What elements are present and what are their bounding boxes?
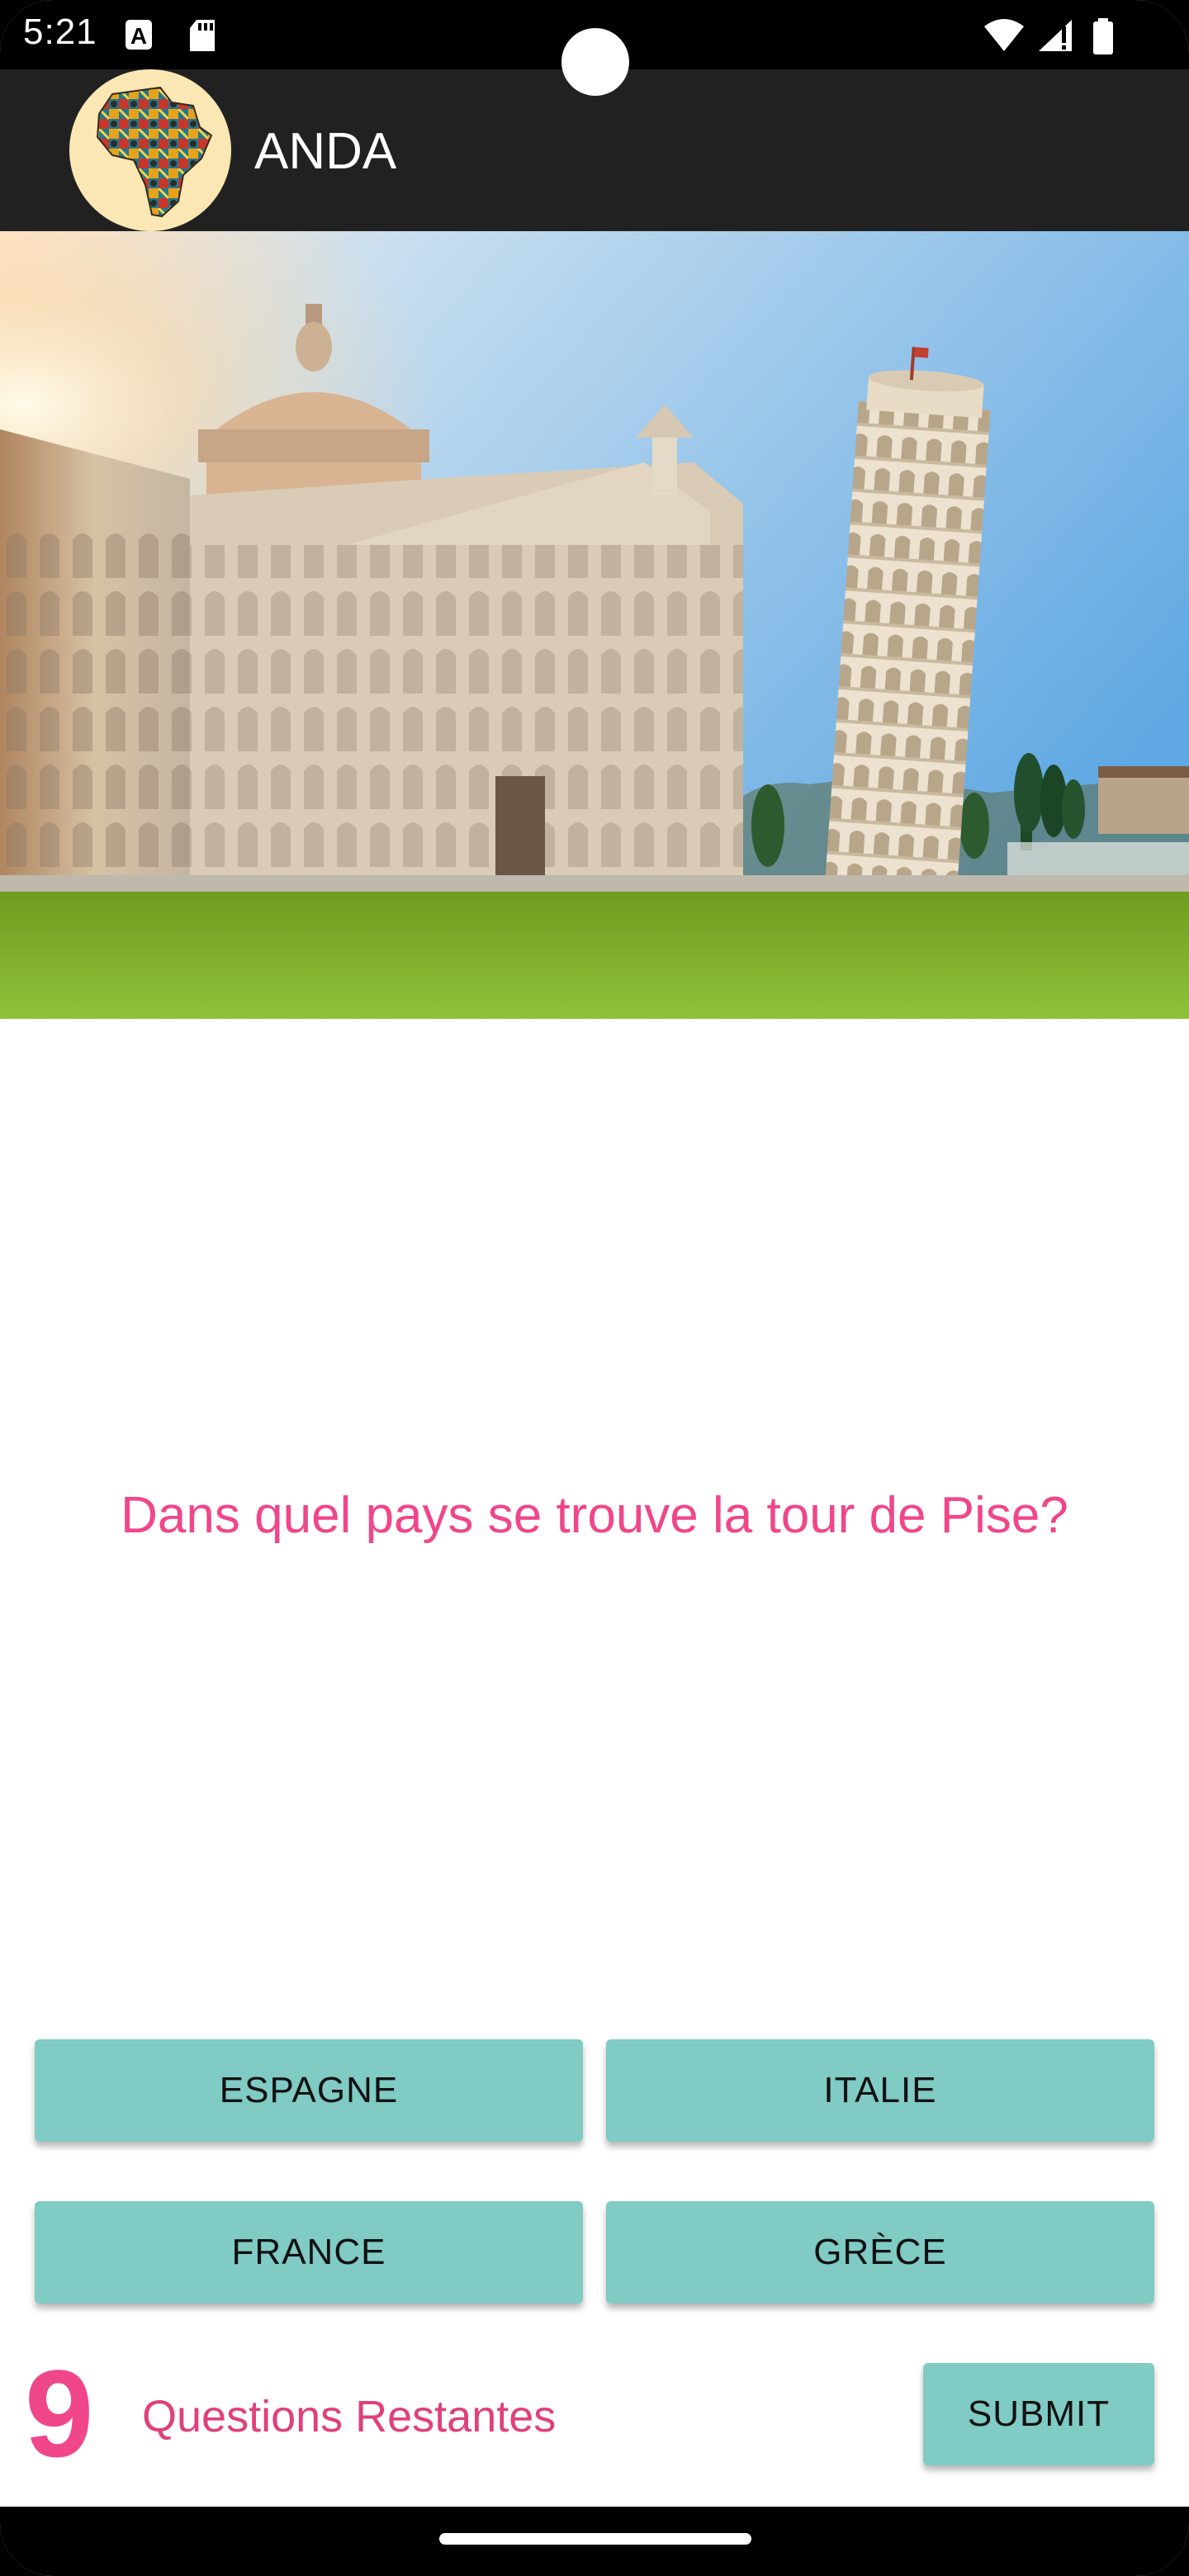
navigation-bar (0, 2507, 1189, 2576)
answer-button-espagne[interactable]: ESPAGNE (35, 2039, 583, 2142)
answer-button-italie[interactable]: ITALIE (606, 2039, 1154, 2142)
answer-button-france[interactable]: FRANCE (35, 2201, 583, 2304)
remaining-count: 9 (25, 2344, 94, 2483)
answer-button-grece[interactable]: GRÈCE (606, 2201, 1154, 2304)
front-camera (561, 28, 629, 96)
app-title: ANDA (254, 123, 397, 180)
quiz-screen: 5:21 A ANDA Dans quel pays se trouve la … (0, 0, 1189, 2576)
font-notification-icon: A (126, 20, 152, 50)
cellular-signal-icon (1039, 20, 1072, 51)
sd-card-icon (190, 20, 215, 51)
wifi-icon (984, 19, 1024, 51)
question-text: Dans quel pays se trouve la tour de Pise… (121, 1487, 1068, 1544)
submit-button[interactable]: SUBMIT (923, 2363, 1154, 2465)
remaining-label: Questions Restantes (142, 2392, 557, 2441)
africa-map-logo-icon (69, 69, 231, 231)
svg-text:A: A (130, 23, 147, 49)
status-time: 5:21 (23, 12, 97, 52)
battery-icon (1093, 18, 1113, 54)
home-gesture-handle[interactable] (439, 2533, 751, 2545)
pisa-cathedral-tower-photo (0, 231, 1189, 1019)
